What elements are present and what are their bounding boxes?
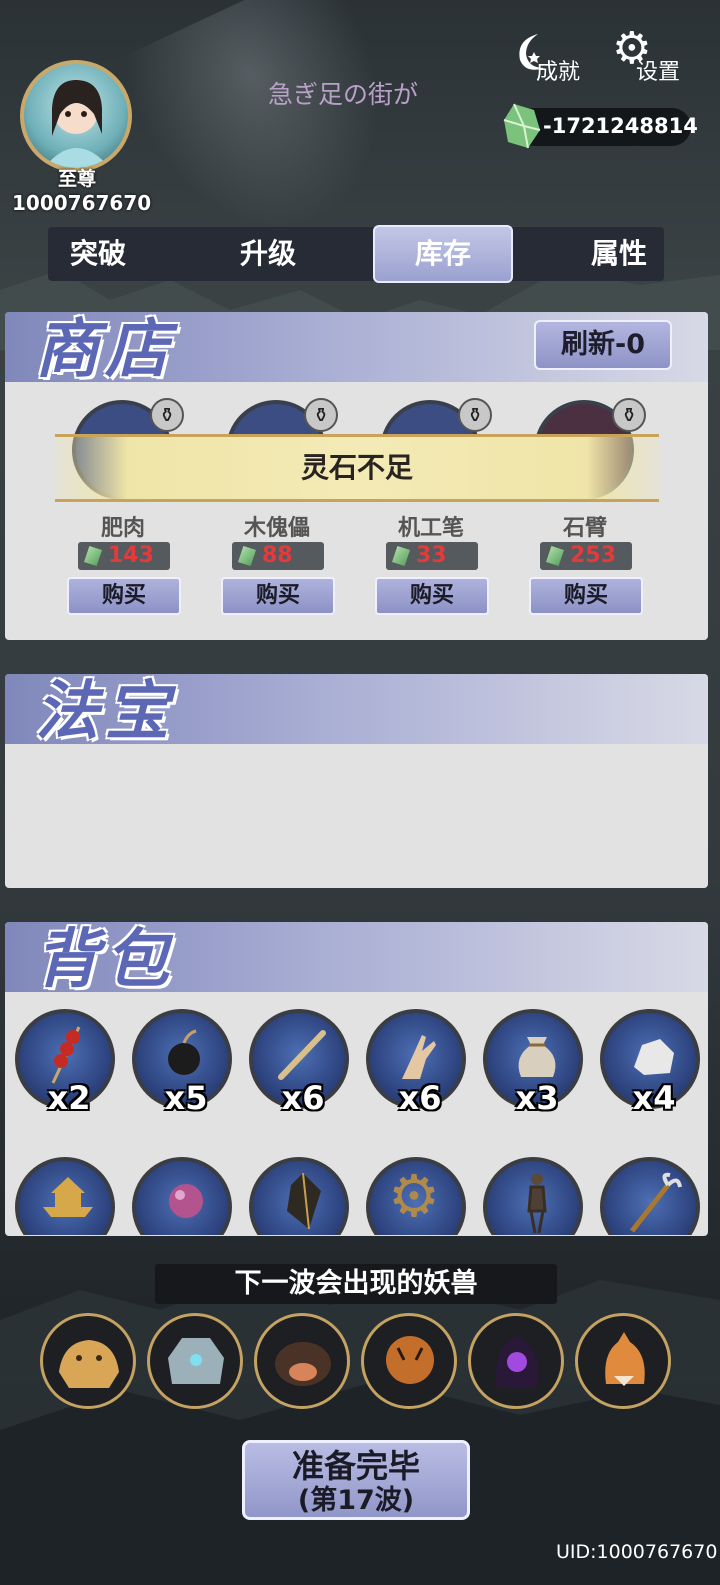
monster-slot[interactable] <box>254 1313 350 1409</box>
buy-button[interactable]: 购买 <box>529 577 643 615</box>
backpack-slot[interactable]: x3 <box>483 1009 583 1117</box>
pouch-icon <box>518 1037 556 1077</box>
uid-label: UID:1000767670 <box>556 1541 718 1563</box>
candied-haws-icon <box>51 1026 81 1084</box>
hand-icon <box>402 1035 436 1079</box>
shop-title: 商店 <box>35 312 175 387</box>
backpack-slot[interactable]: x6 <box>366 1009 466 1117</box>
spirit-stone-icon <box>238 546 256 566</box>
toast-message: 灵石不足 <box>300 451 413 484</box>
backpack-slot[interactable]: x5 <box>132 1009 232 1117</box>
rock-icon <box>634 1039 674 1075</box>
backpack-slot[interactable]: x4 <box>600 1009 700 1117</box>
boar-icon <box>275 1342 331 1386</box>
tab-attributes[interactable]: 属性 <box>574 227 664 281</box>
pagoda-icon <box>43 1177 93 1217</box>
tab-upgrade[interactable]: 升级 <box>213 227 323 281</box>
tab-breakthrough[interactable]: 突破 <box>48 227 148 281</box>
gourd-icon: ⚱ <box>612 398 646 432</box>
gourd-icon: ⚱ <box>458 398 492 432</box>
backpack-slot[interactable] <box>132 1157 232 1235</box>
backpack-slot[interactable]: x2 <box>15 1009 115 1117</box>
refresh-button[interactable]: 刷新-0 <box>534 320 672 370</box>
bomb-icon <box>168 1029 200 1075</box>
gourd-icon: ⚱ <box>150 398 184 432</box>
achievements-label: 成就 <box>536 60 581 85</box>
tiger-icon <box>386 1336 434 1384</box>
brush-icon <box>278 1030 326 1080</box>
spirit-stone-icon <box>503 103 541 149</box>
monster-slot[interactable] <box>40 1313 136 1409</box>
price-tag: 253 <box>540 542 632 570</box>
spirit-stone-icon <box>84 546 102 566</box>
spirit-stone-count: -1721248814 <box>543 114 698 138</box>
crystal-icon <box>287 1172 321 1230</box>
treasure-title: 法宝 <box>35 674 175 749</box>
monster-slot[interactable] <box>361 1313 457 1409</box>
price-tag: 143 <box>78 542 170 570</box>
portrait-icon <box>44 80 110 168</box>
backpack-slot[interactable] <box>15 1157 115 1235</box>
item-count: x2 <box>47 1079 91 1117</box>
backpack-slot[interactable] <box>600 1157 700 1235</box>
monster-slot[interactable] <box>468 1313 564 1409</box>
tab-inventory[interactable]: 库存 <box>373 225 513 283</box>
item-price: 143 <box>108 543 154 568</box>
fox-icon <box>605 1332 645 1386</box>
toast-banner: 灵石不足 <box>55 434 659 502</box>
backpack-title: 背包 <box>35 922 175 997</box>
backpack-slot[interactable]: x6 <box>249 1009 349 1117</box>
shadow-wraith-icon <box>495 1336 539 1388</box>
leopard-icon <box>59 1340 119 1388</box>
shop-item-name: 机工笔 <box>397 516 464 541</box>
backpack-slot[interactable]: ⚙ <box>366 1157 466 1235</box>
gear-icon: ⚙ <box>388 1162 440 1230</box>
ready-button[interactable]: 准备完毕 (第17波) <box>242 1440 470 1520</box>
rank-label: 至尊 <box>57 168 96 190</box>
backpack-slot[interactable] <box>249 1157 349 1235</box>
buy-button[interactable]: 购买 <box>67 577 181 615</box>
shop-item-name: 肥肉 <box>100 516 145 541</box>
shop-item-name: 木傀儡 <box>243 516 310 541</box>
monster-slot[interactable] <box>575 1313 671 1409</box>
claw-staff-icon <box>630 1172 682 1233</box>
settings-label: 设置 <box>636 60 681 85</box>
item-price: 33 <box>416 543 447 568</box>
treasure-panel: 法宝 <box>5 674 708 888</box>
item-price: 88 <box>262 543 293 568</box>
item-count: x4 <box>632 1079 676 1117</box>
achievements-button[interactable]: 成就 <box>512 30 592 85</box>
tab-bar: 突破 升级 库存 属性 <box>48 225 664 283</box>
backpack-grid: x2 x5 x6 x6 x3 x4 ⚙ <box>5 995 708 1235</box>
buy-button[interactable]: 购买 <box>221 577 335 615</box>
wave-number: (第17波) <box>297 1485 415 1516</box>
buy-button[interactable]: 购买 <box>375 577 489 615</box>
settings-button[interactable]: ⚙ 设置 <box>612 24 692 86</box>
item-count: x6 <box>398 1079 442 1117</box>
player-title: 急ぎ足の街が <box>268 80 419 109</box>
item-count: x6 <box>281 1079 325 1117</box>
player-avatar[interactable] <box>20 60 132 172</box>
item-price: 253 <box>570 543 616 568</box>
gourd-icon: ⚱ <box>304 398 338 432</box>
player-id: 1000767670 <box>12 191 152 215</box>
shop-item-name: 石臂 <box>562 516 607 541</box>
rock-golem-icon <box>168 1338 224 1384</box>
monster-slot[interactable] <box>147 1313 243 1409</box>
next-wave-label: 下一波会出现的妖兽 <box>155 1264 557 1304</box>
pearl-icon <box>169 1184 203 1218</box>
item-count: x3 <box>515 1079 559 1117</box>
puppet-icon <box>527 1173 547 1234</box>
ready-label: 准备完毕 <box>291 1447 420 1485</box>
spirit-stone-icon <box>392 546 410 566</box>
price-tag: 33 <box>386 542 478 570</box>
item-count: x5 <box>164 1079 208 1117</box>
price-tag: 88 <box>232 542 324 570</box>
spirit-stone-icon <box>546 546 564 566</box>
backpack-slot[interactable] <box>483 1157 583 1235</box>
